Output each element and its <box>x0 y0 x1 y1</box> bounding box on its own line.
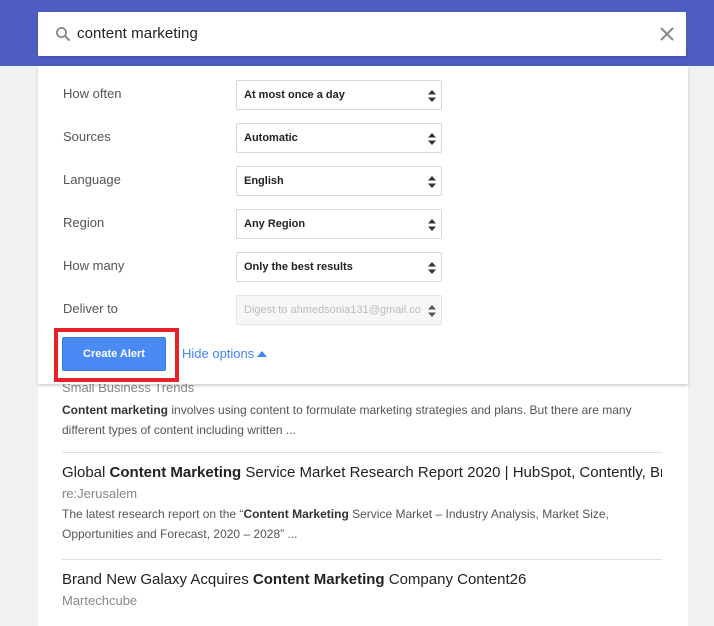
option-label: Language <box>63 172 121 187</box>
result-divider <box>62 452 662 453</box>
option-label: Sources <box>63 129 111 144</box>
how-often-select[interactable]: At most once a day <box>236 80 442 110</box>
result-title[interactable]: Global Content Marketing Service Market … <box>62 464 662 481</box>
select-arrows-icon <box>428 262 436 274</box>
option-label: How often <box>63 86 122 101</box>
hide-options-link[interactable]: Hide options <box>182 346 254 361</box>
result-snippet: The latest research report on the “Conte… <box>62 507 609 541</box>
create-alert-button[interactable]: Create Alert <box>62 337 166 371</box>
option-label: Deliver to <box>63 301 118 316</box>
result-item[interactable]: Brand New Galaxy Acquires Content Market… <box>62 571 662 608</box>
result-source: re:Jerusalem <box>62 486 138 501</box>
option-row-region: Region Any Region <box>38 209 688 239</box>
select-arrows-icon <box>428 305 436 317</box>
option-label: Region <box>63 215 105 230</box>
sources-select[interactable]: Automatic <box>236 123 442 153</box>
search-icon <box>56 27 71 42</box>
close-icon[interactable] <box>658 25 676 43</box>
option-row-sources: Sources Automatic <box>38 123 688 153</box>
option-label: How many <box>63 258 125 273</box>
caret-up-icon[interactable] <box>257 351 267 357</box>
select-arrows-icon <box>428 133 436 145</box>
result-divider <box>62 559 662 560</box>
select-arrows-icon <box>428 176 436 188</box>
result-snippet: Content marketing involves using content… <box>62 403 632 437</box>
alert-options-panel: How often At most once a day Sources Aut… <box>38 66 688 384</box>
search-box[interactable]: content marketing <box>38 12 686 56</box>
option-row-how-often: How often At most once a day <box>38 80 688 110</box>
select-arrows-icon <box>428 90 436 102</box>
option-row-deliver-to: Deliver to Digest to ahmedsonia131@gmail… <box>38 295 688 325</box>
result-item[interactable]: Global Content Marketing Service Market … <box>62 464 662 544</box>
how-many-select[interactable]: Only the best results <box>236 252 442 282</box>
result-source: Martechcube <box>62 593 138 608</box>
option-row-language: Language English <box>38 166 688 196</box>
select-arrows-icon <box>428 219 436 231</box>
deliver-to-select[interactable]: Digest to ahmedsonia131@gmail.co <box>236 295 442 325</box>
search-input[interactable]: content marketing <box>77 25 198 42</box>
option-row-how-many: How many Only the best results <box>38 252 688 282</box>
result-title[interactable]: Brand New Galaxy Acquires Content Market… <box>62 571 662 588</box>
region-select[interactable]: Any Region <box>236 209 442 239</box>
language-select[interactable]: English <box>236 166 442 196</box>
